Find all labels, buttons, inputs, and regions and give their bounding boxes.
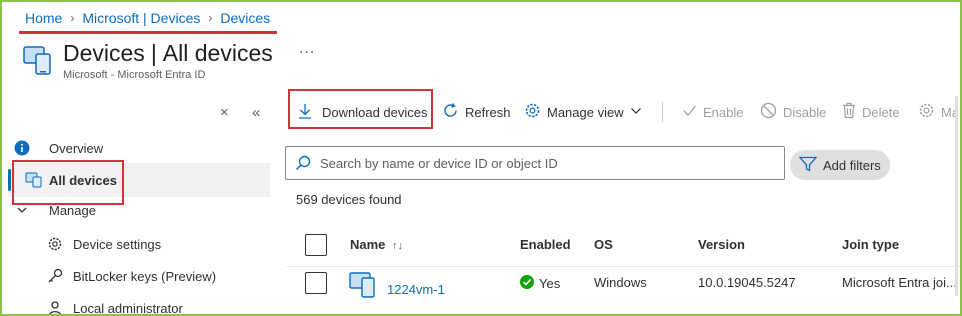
column-header-join-type[interactable]: Join type <box>842 237 899 252</box>
scrollbar[interactable] <box>955 96 958 296</box>
breadcrumb-microsoft-devices[interactable]: Microsoft | Devices <box>82 10 200 26</box>
breadcrumb: Home › Microsoft | Devices › Devices <box>25 10 270 26</box>
check-circle-icon <box>520 275 534 292</box>
page-title-section: All devices <box>162 40 273 66</box>
page-title-main: Devices <box>63 40 145 66</box>
column-header-name[interactable]: Name ↑↓ <box>350 237 403 252</box>
delete-label: Delete <box>862 104 900 120</box>
gear-icon <box>45 236 65 252</box>
search-input[interactable] <box>320 155 760 171</box>
refresh-label: Refresh <box>465 104 511 120</box>
filter-icon <box>798 156 818 175</box>
chevron-right-icon: › <box>70 11 75 25</box>
sidebar-item-local-administrator[interactable]: Local administrator <box>45 291 270 316</box>
join-type-cell: Microsoft Entra joi... <box>842 275 957 290</box>
title-separator: | <box>150 40 157 66</box>
version-cell: 10.0.19045.5247 <box>698 275 796 290</box>
disable-label: Disable <box>783 104 827 120</box>
add-filters-label: Add filters <box>823 157 881 173</box>
device-icon <box>349 272 381 301</box>
download-annotation-box <box>288 89 433 129</box>
close-icon[interactable]: × <box>220 104 229 121</box>
sidebar-item-label: Overview <box>49 140 104 156</box>
selected-indicator <box>8 169 11 191</box>
breadcrumb-annotation-underline <box>19 31 277 34</box>
collapse-sidebar-icon[interactable]: « <box>252 104 260 121</box>
enable-label: Enable <box>703 104 744 120</box>
chevron-down-icon <box>630 105 642 120</box>
info-icon <box>8 140 36 156</box>
sidebar-item-device-settings[interactable]: Device settings <box>45 227 270 261</box>
breadcrumb-devices[interactable]: Devices <box>220 10 270 26</box>
refresh-icon <box>442 102 459 122</box>
local-admin-icon <box>45 300 65 316</box>
results-count: 569 devices found <box>296 192 402 207</box>
manage-view-label: Manage view <box>547 104 624 120</box>
toolbar-divider <box>662 102 663 122</box>
trash-icon <box>842 102 856 122</box>
column-header-version[interactable]: Version <box>698 237 745 252</box>
devices-icon <box>22 44 54 79</box>
enable-button[interactable]: Enable <box>682 96 743 128</box>
gear-icon <box>524 102 541 122</box>
enabled-cell: Yes <box>520 275 560 292</box>
chevron-right-icon: › <box>208 11 213 25</box>
search-box[interactable] <box>285 146 785 180</box>
sidebar-item-bitlocker-keys[interactable]: BitLocker keys (Preview) <box>45 259 270 293</box>
device-name-link[interactable]: 1224vm-1 <box>387 282 445 297</box>
checkmark-icon <box>682 103 697 121</box>
select-all-checkbox[interactable] <box>305 234 327 256</box>
search-icon <box>286 155 320 171</box>
more-actions-button[interactable]: Ma <box>918 96 958 128</box>
more-options-button[interactable]: ... <box>299 40 315 58</box>
os-cell: Windows <box>594 275 647 290</box>
row-checkbox[interactable] <box>305 272 327 294</box>
column-header-os[interactable]: OS <box>594 237 613 252</box>
disable-button[interactable]: Disable <box>760 96 826 128</box>
add-filters-button[interactable]: Add filters <box>790 150 890 180</box>
block-icon <box>760 102 777 122</box>
sidebar-item-label: Device settings <box>73 236 162 252</box>
chevron-down-icon <box>8 204 36 216</box>
sidebar-item-label: Local administrator <box>73 300 183 316</box>
refresh-button[interactable]: Refresh <box>442 96 511 128</box>
all-devices-annotation-box <box>12 160 124 205</box>
sort-icon[interactable]: ↑↓ <box>392 240 403 252</box>
table-header-divider <box>286 266 962 267</box>
column-header-enabled[interactable]: Enabled <box>520 237 571 252</box>
delete-button[interactable]: Delete <box>842 96 900 128</box>
column-header-label: Name <box>350 237 386 252</box>
sidebar-item-label: BitLocker keys (Preview) <box>73 268 217 284</box>
key-icon <box>45 268 65 284</box>
page-subtitle: Microsoft - Microsoft Entra ID <box>63 69 206 81</box>
gear-icon <box>918 102 935 122</box>
enabled-value: Yes <box>539 276 561 291</box>
page-title: Devices | All devices <box>63 40 273 67</box>
breadcrumb-home[interactable]: Home <box>25 10 62 26</box>
manage-view-button[interactable]: Manage view <box>524 96 642 128</box>
